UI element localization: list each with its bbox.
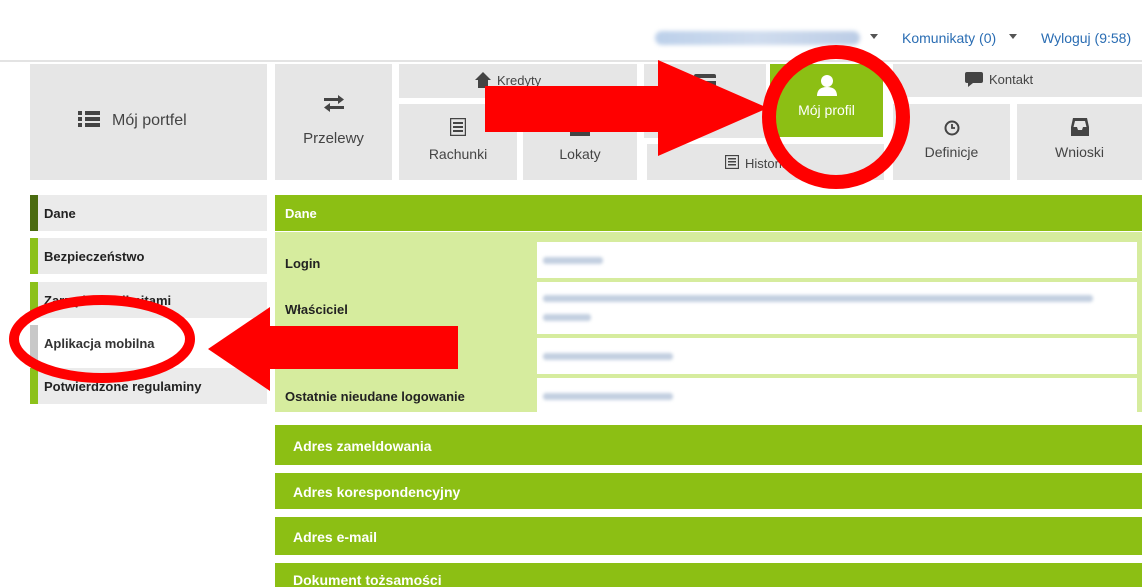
nav-applications-label: Wnioski [1054, 144, 1104, 160]
top-divider [0, 60, 1142, 62]
section-registered-address[interactable]: Adres zameldowania [275, 425, 1142, 465]
nav-accounts-label: Rachunki [428, 146, 488, 162]
data-panel-header[interactable]: Dane [275, 195, 1142, 231]
owner-label: Właściciel [285, 302, 348, 317]
nav-contact[interactable]: Kontakt [893, 64, 1142, 97]
logout-link[interactable]: Wyloguj (9:58) [1041, 30, 1131, 46]
sidebar-item-mobile-app[interactable]: Aplikacja mobilna [30, 325, 267, 361]
safe-box-icon [570, 118, 590, 136]
nav-history-label: Historia [745, 156, 790, 171]
blurred-owner-line-1 [543, 295, 1093, 302]
nav-my-profile-label: Mój profil [798, 102, 855, 118]
nav-credits[interactable]: Kredyty [399, 64, 637, 98]
home-icon [475, 72, 491, 88]
user-dropdown-chevron-icon[interactable] [870, 34, 878, 39]
transfer-arrows-icon [323, 95, 344, 112]
nav-definitions[interactable]: Definicje [893, 104, 1010, 180]
nav-my-portfolio[interactable]: Mój portfel [30, 64, 267, 180]
messages-link[interactable]: Komunikaty (0) [902, 30, 996, 46]
chat-bubble-icon [965, 72, 983, 87]
inbox-tray-icon [1070, 118, 1089, 136]
nav-history[interactable]: Historia [647, 144, 884, 180]
user-name-blurred[interactable] [655, 31, 860, 45]
sidebar-item-accepted-regulations[interactable]: Potwierdzone regulaminy [30, 368, 267, 404]
blurred-last-login [543, 353, 673, 360]
last-failed-login-value [537, 378, 1137, 414]
nav-credits-label: Kredyty [497, 73, 542, 88]
messages-chevron-down-icon[interactable] [1009, 34, 1017, 39]
clock-icon [944, 120, 959, 136]
document-list-icon [725, 155, 739, 169]
sidebar-item-limits[interactable]: Zarządzanie limitami [30, 282, 267, 318]
nav-transfers-label: Przelewy [303, 130, 364, 147]
sidebar-item-data[interactable]: Dane [30, 195, 267, 231]
nav-cards-label: Karty [689, 104, 721, 119]
section-identity-document[interactable]: Dokument tożsamości [275, 563, 1142, 587]
sidebar-item-security[interactable]: Bezpieczeństwo [30, 238, 267, 274]
top-bar: Komunikaty (0) Wyloguj (9:58) [0, 0, 1142, 60]
owner-value [537, 282, 1137, 334]
section-correspondence-address[interactable]: Adres korespondencyjny [275, 473, 1142, 509]
nav-definitions-label: Definicje [924, 144, 979, 160]
last-login-value [537, 338, 1137, 374]
ledger-icon [450, 118, 466, 136]
nav-contact-label: Kontakt [989, 72, 1034, 87]
nav-deposits-label: Lokaty [559, 146, 601, 162]
nav-my-profile[interactable]: Mój profil [770, 64, 883, 137]
nav-cards[interactable]: Karty [644, 64, 766, 138]
blurred-owner-line-2 [543, 314, 591, 321]
user-icon [816, 75, 837, 96]
nav-applications[interactable]: Wnioski [1017, 104, 1142, 180]
nav-deposits[interactable]: Lokaty [523, 104, 637, 180]
last-failed-login-label: Ostatnie nieudane logowanie [285, 389, 465, 404]
list-icon [78, 111, 100, 127]
nav-transfers[interactable]: Przelewy [275, 64, 392, 180]
login-value [537, 242, 1137, 278]
login-label: Login [285, 256, 321, 271]
credit-card-icon [694, 74, 716, 90]
nav-my-portfolio-label: Mój portfel [112, 112, 187, 129]
nav-accounts[interactable]: Rachunki [399, 104, 517, 180]
blurred-last-failed-login [543, 393, 673, 400]
blurred-login [543, 257, 603, 264]
section-email-address[interactable]: Adres e-mail [275, 517, 1142, 555]
